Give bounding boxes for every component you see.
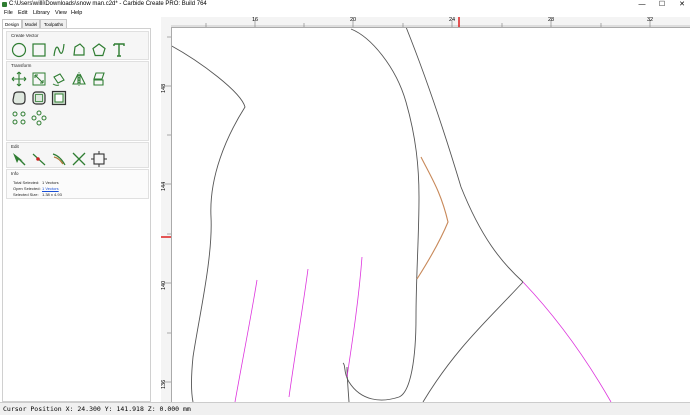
design-canvas[interactable]: [161, 17, 690, 403]
ruler-y-label: 144: [161, 181, 167, 191]
polygon-icon[interactable]: [91, 42, 107, 58]
selected-size-value: 1.38 x 4.93: [42, 192, 62, 197]
magenta-vector-3: [346, 256, 363, 378]
text-icon[interactable]: [111, 42, 127, 58]
skew-icon[interactable]: [91, 71, 107, 87]
vertical-ruler: 148 144 140 136: [161, 27, 172, 402]
ruler-x-label: 20: [350, 17, 357, 23]
info-title: Info: [11, 171, 19, 176]
node-select-icon[interactable]: [91, 151, 107, 167]
bounding-box-icon[interactable]: [51, 90, 67, 106]
maximize-button[interactable]: ☐: [656, 0, 668, 9]
ruler-y-label: 140: [161, 280, 167, 290]
window-title: C:\Users\willi\Downloads\snow man.c2d* -…: [9, 1, 207, 7]
menu-view[interactable]: View: [55, 9, 67, 17]
trim-icon[interactable]: [31, 151, 47, 167]
title-bar: C:\Users\willi\Downloads\snow man.c2d* -…: [0, 0, 690, 9]
horizontal-ruler: 16 20 24 28 32: [161, 17, 690, 28]
app-logo-icon: [2, 2, 7, 7]
edit-title: Edit: [11, 144, 19, 149]
tab-toolpaths[interactable]: Toolpaths: [40, 19, 67, 28]
circle-icon[interactable]: [11, 42, 27, 58]
menu-edit[interactable]: Edit: [18, 9, 27, 17]
polyline-icon[interactable]: [71, 42, 87, 58]
horizontal-ruler-ticks: [171, 17, 690, 27]
vector-outline-diagonal: [422, 281, 524, 403]
tab-model[interactable]: Model: [22, 19, 40, 28]
ruler-y-label: 136: [161, 379, 167, 389]
menu-file[interactable]: File: [4, 9, 13, 17]
ruler-x-label: 16: [252, 17, 259, 23]
curve-icon[interactable]: [51, 42, 67, 58]
total-selected-row: Total Selected: 1 Vectors: [13, 180, 59, 185]
create-vector-title: Create Vector: [11, 33, 39, 38]
status-bar: Cursor Position X: 24.300 Y: 141.918 Z: …: [0, 402, 690, 415]
open-selected-link[interactable]: 1 Vectors: [42, 186, 59, 191]
vector-outline-left: [169, 44, 246, 403]
cursor-position-readout: Cursor Position X: 24.300 Y: 141.918 Z: …: [3, 405, 191, 413]
rectangle-icon[interactable]: [31, 42, 47, 58]
menu-library[interactable]: Library: [33, 9, 50, 17]
total-selected-label: Total Selected:: [13, 180, 40, 185]
edit-section: Edit: [6, 142, 149, 168]
ruler-x-label: 32: [647, 17, 654, 23]
selected-size-label: Selected Size:: [13, 192, 39, 197]
open-selected-label: Open Selected:: [13, 186, 41, 191]
mirror-icon[interactable]: [71, 71, 87, 87]
rotate-icon[interactable]: [51, 71, 67, 87]
ruler-y-label: 148: [161, 83, 167, 93]
join-icon[interactable]: [51, 151, 67, 167]
create-vector-section: Create Vector: [6, 31, 149, 60]
ruler-x-label: 24: [449, 17, 456, 23]
magenta-vector-4: [522, 281, 612, 403]
open-selected-row: Open Selected: 1 Vectors: [13, 186, 59, 191]
node-edit-icon[interactable]: [11, 151, 27, 167]
align-center-icon[interactable]: [31, 90, 47, 106]
ruler-x-label: 28: [548, 17, 555, 23]
vector-outline-center: [342, 28, 420, 401]
grid-array-icon[interactable]: [11, 110, 27, 126]
menu-bar: File Edit Library View Help: [0, 9, 690, 17]
move-icon[interactable]: [11, 71, 27, 87]
info-section: Info Total Selected: 1 Vectors Open Sele…: [6, 169, 149, 199]
tab-design[interactable]: Design: [2, 19, 22, 28]
cut-icon[interactable]: [71, 151, 87, 167]
close-button[interactable]: ✕: [676, 0, 688, 9]
selected-vector: [416, 156, 449, 280]
magenta-vector-2: [288, 268, 309, 398]
total-selected-value: 1 Vectors: [42, 180, 59, 185]
menu-help[interactable]: Help: [71, 9, 82, 17]
transform-title: Transform: [11, 63, 32, 68]
selected-size-row: Selected Size: 1.38 x 4.93: [13, 192, 62, 197]
vector-outline-right: [405, 26, 524, 283]
offset-icon[interactable]: [11, 90, 27, 106]
magenta-vector-1: [234, 279, 258, 403]
minimize-button[interactable]: —: [636, 0, 648, 9]
vector-drawing[interactable]: [161, 17, 690, 403]
design-panel: Create Vector Transform Edit Info Total …: [2, 28, 151, 402]
scale-icon[interactable]: [31, 71, 47, 87]
circular-array-icon[interactable]: [31, 110, 47, 126]
transform-section: Transform: [6, 61, 149, 141]
